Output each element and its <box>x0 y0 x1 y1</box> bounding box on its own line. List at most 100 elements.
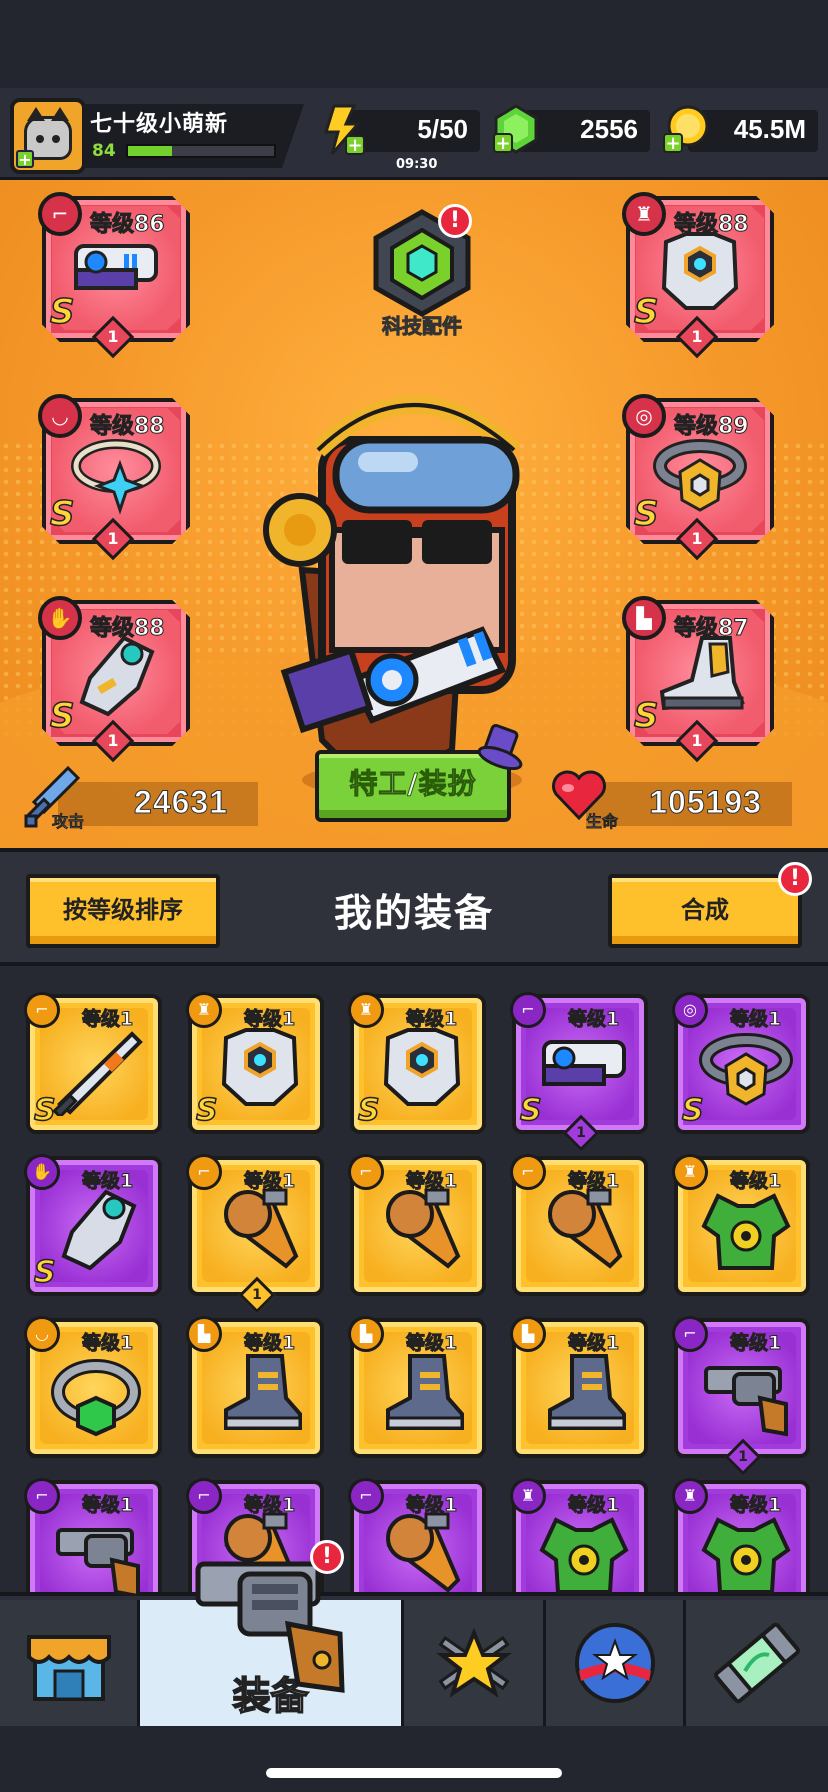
item-level: 等级1 <box>567 1170 620 1193</box>
item-type-icon: ◡ <box>24 1316 60 1352</box>
boot-icon: ▙ <box>622 596 666 640</box>
home-indicator[interactable] <box>266 1768 562 1778</box>
slot-level: 等级86 <box>90 212 166 238</box>
hp-value: 105193 <box>649 784 762 821</box>
synth-alert-badge: ! <box>778 862 812 896</box>
energy-value: 5/50 <box>417 114 468 144</box>
slot-necklace[interactable]: ◡ 等级88 S 1 <box>38 394 194 561</box>
slot-rank: S <box>633 291 659 333</box>
item-level: 等级1 <box>243 1008 296 1031</box>
inventory-item[interactable]: ♜ 等级1 <box>672 1478 814 1596</box>
item-type-icon: ♜ <box>348 992 384 1028</box>
hp-stat: 生命 105193 <box>551 770 792 831</box>
sort-by-level-button[interactable]: 按等级排序 <box>26 874 220 948</box>
item-type-icon: ⌐ <box>186 1478 222 1514</box>
svg-text:+: + <box>665 133 680 154</box>
slot-level: 等级89 <box>674 414 750 440</box>
inventory-item[interactable]: ♜ 等级1 S <box>348 992 490 1142</box>
inventory-item[interactable]: ▙ 等级1 <box>348 1316 490 1466</box>
slot-armor[interactable]: ♜ 等级88 S 1 <box>622 192 778 359</box>
gold-counter[interactable]: + 45.5M <box>663 105 818 154</box>
slot-rank: S <box>633 493 659 535</box>
energy-counter[interactable]: + 5/50 09:30 <box>323 104 480 172</box>
nav-tab-gacha[interactable] <box>546 1600 686 1726</box>
coin-plus-icon: + <box>663 105 709 154</box>
inventory-item[interactable]: ▙ 等级1 <box>186 1316 328 1466</box>
sword-icon <box>52 1031 143 1116</box>
item-type-icon: ⌐ <box>348 1154 384 1190</box>
inventory-item[interactable]: ▙ 等级1 <box>510 1316 652 1466</box>
item-level: 等级1 <box>243 1332 296 1355</box>
dna-tube-icon <box>714 1622 800 1704</box>
xp-bar <box>126 144 276 158</box>
item-rank: S <box>195 1092 218 1129</box>
item-type-icon: ⌐ <box>510 992 546 1028</box>
synthesize-button[interactable]: 合成 <box>608 874 802 948</box>
inventory-item[interactable]: ⌐ 等级1 <box>24 1478 166 1596</box>
item-type-icon: ✋ <box>24 1154 60 1190</box>
item-level: 等级1 <box>405 1170 458 1193</box>
tech-alert-badge: ! <box>438 204 472 238</box>
inventory-item[interactable]: ⌐ 等级1 <box>348 1478 490 1596</box>
item-type-icon: ◎ <box>672 992 708 1028</box>
tech-part-button[interactable]: 科技配件 ! <box>362 204 482 339</box>
inventory-item[interactable]: ✋ 等级1 S <box>24 1154 166 1304</box>
shop-icon <box>26 1635 111 1701</box>
hp-label: 生命 <box>586 812 619 832</box>
inventory-item[interactable]: ⌐ 等级1 <box>348 1154 490 1304</box>
inventory-item[interactable]: ◎ 等级1 S <box>672 992 814 1142</box>
inventory-item[interactable]: ♜ 等级1 <box>510 1478 652 1596</box>
slot-level: 等级88 <box>674 212 750 238</box>
boot-icon <box>548 1354 626 1430</box>
gem-plus-icon: + <box>493 104 538 154</box>
player-info[interactable]: 七十级小萌新 84 <box>84 104 304 168</box>
drill-gun-icon <box>386 1512 461 1593</box>
item-rank: S <box>357 1092 380 1129</box>
slot-gloves[interactable]: ✋ 等级88 S 1 <box>38 596 194 763</box>
nav-tab-battle[interactable] <box>404 1600 546 1726</box>
slot-level: 等级87 <box>674 616 750 642</box>
nav-tab-dna[interactable] <box>686 1600 828 1726</box>
slot-weapon[interactable]: ⌐ 等级86 S 1 <box>38 192 194 359</box>
item-type-icon: ▙ <box>186 1316 222 1352</box>
slot-rank: S <box>633 695 659 737</box>
mech-glove-icon <box>61 1189 137 1271</box>
player-name: 七十级小萌新 <box>90 112 229 137</box>
gun-icon: ⌐ <box>38 192 82 236</box>
blaster-icon <box>542 1040 626 1086</box>
mech-armor-icon <box>661 232 739 310</box>
inventory-item[interactable]: ⌐ 等级1 <box>510 1154 652 1304</box>
leaf-vest-icon <box>539 1517 629 1594</box>
mech-glove-icon <box>79 635 155 717</box>
revolver-icon <box>704 1366 788 1437</box>
inventory-item[interactable]: ⌐ 等级1 1 <box>186 1154 328 1314</box>
inventory-item[interactable]: ♜ 等级1 <box>672 1154 814 1304</box>
inventory-item[interactable]: ⌐ 等级1 S <box>24 992 166 1142</box>
slot-boots[interactable]: ▙ 等级87 S 1 <box>622 596 778 763</box>
necklace-icon: ◡ <box>38 394 82 438</box>
blaster-icon <box>74 244 158 290</box>
player-avatar[interactable]: + <box>10 98 86 174</box>
gem-counter[interactable]: + 2556 <box>493 104 650 154</box>
slot-rank: S <box>49 291 75 333</box>
boot-icon <box>224 1354 302 1430</box>
star-necklace-icon <box>71 439 161 515</box>
svg-text:+: + <box>347 135 362 156</box>
item-type-icon: ⌐ <box>24 992 60 1028</box>
inventory-item[interactable]: ⌐ 等级1 S 1 <box>510 992 652 1152</box>
gem-value: 2556 <box>580 114 638 144</box>
item-level: 等级1 <box>243 1494 296 1517</box>
equipment-tab-alert-badge: ! <box>310 1540 344 1574</box>
inventory-item[interactable]: ⌐ 等级1 1 <box>672 1316 814 1476</box>
item-level: 等级1 <box>405 1008 458 1031</box>
nav-tab-shop[interactable] <box>0 1600 140 1726</box>
inventory-item[interactable]: ♜ 等级1 S <box>186 992 328 1142</box>
drill-gun-icon <box>548 1188 623 1269</box>
glove-icon: ✋ <box>38 596 82 640</box>
slot-rank: S <box>49 493 75 535</box>
mech-boot-icon <box>659 636 745 711</box>
xp-fill <box>128 146 172 156</box>
top-hat-icon <box>477 724 523 770</box>
inventory-item[interactable]: ◡ 等级1 <box>24 1316 166 1466</box>
slot-belt[interactable]: ◎ 等级89 S 1 <box>622 394 778 561</box>
